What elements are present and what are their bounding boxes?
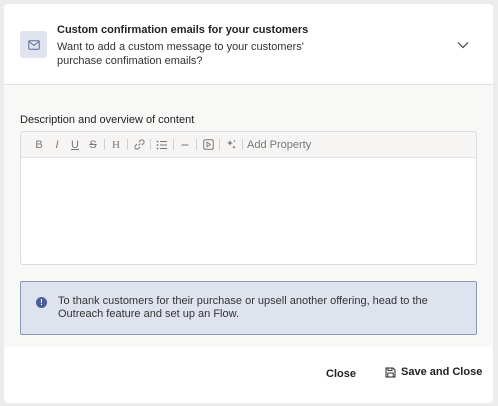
chevron-down-icon[interactable] [456,38,470,52]
description-label: Description and overview of content [20,114,195,126]
toolbar-divider [173,139,174,150]
toolbar-divider [196,139,197,150]
underline-button[interactable]: U [66,136,84,154]
video-icon [202,139,214,150]
info-icon: ! [36,297,47,308]
card-description: Want to add a custom message to your cus… [57,41,304,67]
info-callout: ! To thank customers for their purchase … [20,281,477,335]
sparkle-icon [226,140,236,149]
embed-video-button[interactable] [199,136,217,154]
modal-footer: Close Save and Close [4,347,493,403]
italic-icon: I [55,138,59,151]
bullet-list-icon [156,140,167,149]
mail-icon-badge [20,31,47,58]
heading-icon: H [112,138,120,151]
bold-button[interactable]: B [30,136,48,154]
save-icon [385,367,396,377]
toolbar-divider [150,139,151,150]
confirmation-email-card[interactable]: Custom confirmation emails for your cust… [4,4,493,85]
strikethrough-icon: S [89,138,97,151]
underline-icon: U [71,138,79,151]
close-button[interactable]: Close [326,368,356,380]
content-section: Description and overview of content B I … [4,85,493,347]
editor-content-area[interactable] [21,158,476,264]
ai-sparkle-button[interactable] [222,136,240,154]
horizontal-rule-button[interactable] [176,136,194,154]
confirmation-email-modal: Custom confirmation emails for your cust… [4,4,493,403]
toolbar-divider [127,139,128,150]
mail-icon [27,39,40,50]
add-property-button[interactable]: Add Property [247,139,311,151]
italic-button[interactable]: I [48,136,66,154]
editor-toolbar: B I U S H Add Property [21,132,476,158]
card-title: Custom confirmation emails for your cust… [57,24,309,36]
toolbar-divider [104,139,105,150]
link-button[interactable] [130,136,148,154]
toolbar-divider [242,139,243,150]
rich-text-editor: B I U S H Add Property [20,131,477,265]
strikethrough-button[interactable]: S [84,136,102,154]
toolbar-divider [219,139,220,150]
horizontal-rule-icon [181,144,189,145]
save-and-close-button[interactable]: Save and Close [385,366,482,378]
bold-icon: B [35,138,43,151]
save-and-close-label: Save and Close [401,366,483,378]
heading-button[interactable]: H [107,136,125,154]
link-icon [133,139,145,150]
bullet-list-button[interactable] [153,136,171,154]
info-text: To thank customers for their purchase or… [58,295,428,320]
